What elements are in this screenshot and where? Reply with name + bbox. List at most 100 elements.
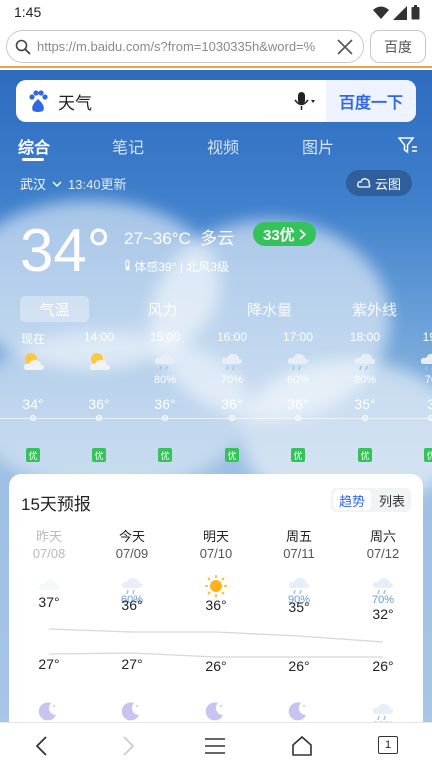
day-high-temp: 37° — [38, 594, 60, 610]
chevron-down-icon[interactable] — [52, 180, 62, 188]
day-precip: 70% — [371, 594, 395, 606]
city-selector[interactable]: 武汉 — [20, 174, 46, 193]
air-quality-badge: 优 — [424, 448, 432, 462]
temp-point — [362, 415, 368, 421]
day-low-temp: 26° — [205, 658, 227, 674]
day-high-temp: 35° — [288, 599, 310, 615]
tab-notes[interactable]: 笔记 — [112, 134, 144, 158]
air-quality-badge: 优 — [158, 448, 172, 462]
day-date: 07/11 — [283, 546, 315, 561]
close-icon[interactable] — [335, 37, 355, 57]
day-weekday: 周五 — [285, 529, 312, 544]
air-quality-badge: 优 — [358, 448, 372, 462]
segment-precipitation[interactable]: 降水量 — [235, 296, 304, 322]
update-time: 13:40更新 — [68, 177, 127, 192]
rain-cloud-icon — [353, 350, 377, 377]
url-text: https://m.baidu.com/s?from=1030335h&word… — [37, 39, 316, 54]
status-icons — [373, 5, 420, 20]
status-time: 1:45 — [14, 4, 42, 20]
temperature-range: 27~36°C 多云 — [124, 224, 234, 249]
tabs-count-button[interactable]: 1 — [378, 736, 398, 754]
day-low-temp: 27° — [121, 656, 143, 672]
rain-cloud-icon — [286, 350, 310, 377]
cloud-map-label: 云图 — [374, 176, 401, 192]
hour-temp: 36° — [221, 396, 243, 412]
forward-icon[interactable] — [120, 735, 136, 757]
rain-cloud-icon — [419, 350, 432, 377]
baidu-button[interactable]: 百度 — [370, 30, 426, 63]
air-quality-badge: 优 — [26, 448, 40, 462]
day-weekday: 昨天 — [35, 529, 62, 544]
hour-temp: 35° — [354, 396, 376, 412]
partly-sunny-icon — [87, 350, 113, 377]
day-weekday: 今天 — [118, 529, 145, 544]
day-low-temp: 27° — [38, 656, 60, 672]
signal-icon — [393, 5, 407, 20]
tab-underline — [22, 158, 44, 161]
day-weekday: 明天 — [202, 529, 229, 544]
hour-precip: 80% — [153, 374, 177, 386]
wifi-icon — [373, 6, 389, 19]
hour-precip: 80% — [353, 374, 377, 386]
menu-icon[interactable] — [204, 735, 226, 757]
tab-images[interactable]: 图片 — [302, 134, 334, 158]
hour-time: 16:00 — [216, 330, 248, 344]
battery-icon — [411, 5, 420, 20]
day-date: 07/10 — [199, 546, 233, 561]
day-weekday: 周六 — [369, 529, 396, 544]
baidu-paw-icon — [29, 90, 48, 112]
forecast-card: 15天预报 趋势 列表 昨天 07/08 37° 27° 今天 07/09 60% 36° 27… — [9, 474, 423, 734]
rain-cloud-icon — [220, 350, 244, 377]
hour-temp: 34° — [22, 396, 44, 412]
air-quality-badge: 优 — [225, 448, 239, 462]
aqi-badge[interactable]: 33优 — [253, 222, 316, 246]
tab-video[interactable]: 视频 — [207, 134, 239, 158]
thermometer-icon — [125, 260, 130, 271]
temp-point — [428, 415, 432, 421]
day-date: 07/09 — [115, 546, 149, 561]
range-text: 27~36°C — [124, 229, 191, 248]
segment-wind[interactable]: 风力 — [128, 296, 197, 322]
filter-icon[interactable] — [398, 136, 418, 154]
day-date: 07/12 — [366, 546, 400, 561]
cloud-map-button[interactable]: 云图 — [346, 170, 412, 196]
hour-temp: 3 — [427, 396, 432, 412]
url-field[interactable]: https://m.baidu.com/s?from=1030335h&word… — [6, 30, 364, 63]
tab-general[interactable]: 综合 — [18, 134, 50, 158]
hour-time: 15:00 — [149, 330, 181, 344]
microphone-icon[interactable] — [292, 91, 316, 111]
partly-sunny-icon — [21, 350, 47, 377]
address-bar: https://m.baidu.com/s?from=1030335h&word… — [0, 26, 432, 68]
temp-point — [229, 415, 235, 421]
hour-precip: 60% — [286, 374, 310, 386]
hour-time: 18:00 — [349, 330, 381, 344]
result-tabs: 综合 笔记 视频 图片 — [0, 130, 432, 161]
hour-temp: 36° — [287, 396, 309, 412]
day-date: 07/08 — [32, 546, 66, 561]
feels-like: 体感39° — [134, 260, 177, 274]
rain-cloud-icon — [153, 350, 177, 377]
hour-temp: 36° — [88, 396, 110, 412]
cloud-map-icon — [357, 178, 371, 188]
chevron-right-icon — [299, 228, 306, 240]
wind-text: 北风3级 — [186, 260, 229, 274]
day-high-temp: 36° — [121, 597, 143, 613]
location-row: 武汉 13:40更新 — [20, 174, 127, 193]
search-submit-button[interactable]: 百度一下 — [326, 80, 416, 122]
temp-point — [162, 415, 168, 421]
hour-time: 14:00 — [83, 330, 115, 344]
temp-point — [96, 415, 102, 421]
segment-temperature[interactable]: 气温 — [20, 296, 89, 322]
air-quality-badge: 优 — [92, 448, 106, 462]
condition-text: 多云 — [200, 229, 235, 248]
air-quality-badge: 优 — [291, 448, 305, 462]
day-high-temp: 32° — [372, 606, 394, 622]
back-icon[interactable] — [34, 735, 50, 757]
day-high-temp: 36° — [205, 597, 227, 613]
search-box[interactable]: 天气 百度一下 — [16, 80, 416, 122]
home-icon[interactable] — [290, 735, 314, 757]
segment-uv[interactable]: 紫外线 — [340, 296, 409, 322]
hour-time: 17:00 — [282, 330, 314, 344]
hour-time: 19: — [422, 330, 432, 344]
bottom-nav — [0, 722, 432, 768]
